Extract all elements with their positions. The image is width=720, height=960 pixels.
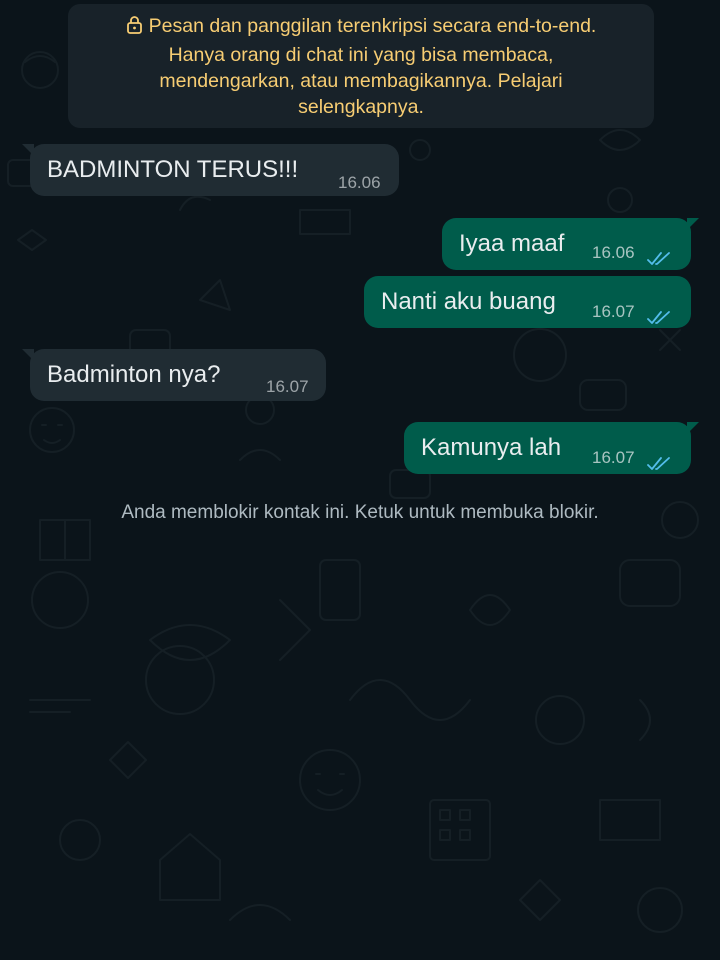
message-time: 16.07 bbox=[592, 302, 635, 321]
encryption-notice-text-1: Pesan dan panggilan terenkripsi secara e… bbox=[148, 15, 597, 37]
message-time: 16.07 bbox=[266, 377, 309, 396]
message-outgoing[interactable]: Kamunya lah 16.07 bbox=[404, 422, 699, 474]
encryption-notice-text-4: selengkapnya. bbox=[298, 96, 424, 118]
blocked-contact-notice[interactable]: Anda memblokir kontak ini. Ketuk untuk m… bbox=[0, 502, 720, 524]
double-check-icon bbox=[647, 305, 673, 333]
message-time: 16.06 bbox=[338, 173, 381, 192]
encryption-notice-line-1: Pesan dan panggilan terenkripsi secara e… bbox=[88, 13, 634, 42]
message-time: 16.06 bbox=[592, 243, 635, 262]
message-text: BADMINTON TERUS!!! bbox=[47, 156, 299, 183]
message-text: Kamunya lah bbox=[421, 434, 562, 461]
message-text: Iyaa maaf bbox=[459, 230, 565, 257]
message-incoming[interactable]: Badminton nya? 16.07 bbox=[22, 349, 326, 401]
message-incoming[interactable]: BADMINTON TERUS!!! 16.06 bbox=[22, 144, 399, 196]
double-check-icon bbox=[647, 451, 673, 479]
message-outgoing[interactable]: Iyaa maaf 16.06 bbox=[442, 218, 699, 270]
encryption-notice-text-3: mendengarkan, atau membagikannya. Pelaja… bbox=[159, 70, 563, 92]
message-text: Badminton nya? bbox=[47, 361, 221, 388]
message-outgoing[interactable]: Nanti aku buang 16.07 bbox=[364, 276, 691, 328]
message-text: Nanti aku buang bbox=[381, 288, 556, 315]
double-check-icon bbox=[647, 246, 673, 274]
message-time: 16.07 bbox=[592, 448, 635, 467]
encryption-notice[interactable]: Pesan dan panggilan terenkripsi secara e… bbox=[68, 4, 654, 128]
chat-area: Pesan dan panggilan terenkripsi secara e… bbox=[0, 0, 720, 960]
encryption-notice-text-2: Hanya orang di chat ini yang bisa membac… bbox=[168, 44, 554, 66]
lock-icon bbox=[126, 15, 143, 42]
